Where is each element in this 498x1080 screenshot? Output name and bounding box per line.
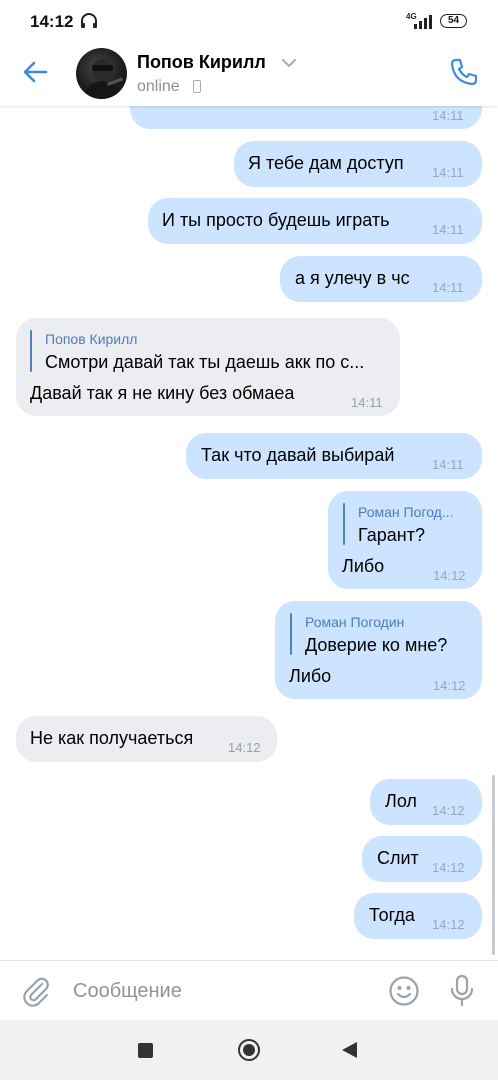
message-time: 14:11 [432,457,464,472]
quote-text: Доверие ко мне? [305,635,448,655]
message-time: 14:12 [432,917,465,932]
message-text: Лол [385,791,417,811]
message-text: Либо [342,556,385,576]
message-bubble-out[interactable]: Лол 14:12 [370,779,482,825]
nav-square-icon[interactable] [138,1043,153,1058]
quote-author: Роман Погод... [358,504,454,520]
quote-bar [290,613,292,655]
message-time: 14:12 [433,678,466,693]
message-time: 14:11 [432,108,464,123]
contact-name[interactable]: Попов Кирилл [137,52,266,73]
message-text: Я тебе дам доступ [248,153,404,173]
message-bubble-out[interactable]: И ты просто будешь играть 14:11 [148,198,482,244]
status-time: 14:12 [30,12,74,31]
message-time: 14:12 [433,568,466,583]
paperclip-icon[interactable] [20,975,52,1007]
headphones-icon [81,13,97,28]
message-text: И ты просто будешь играть [162,210,390,230]
message-bubble-out[interactable]: а я улечу в чс 14:11 [280,256,482,302]
message-time: 14:11 [432,165,464,180]
message-text: Тогда [369,905,415,925]
quote-author: Роман Погодин [305,614,405,630]
smile-icon[interactable] [388,975,420,1007]
nav-back-icon[interactable] [342,1042,357,1058]
scrollbar[interactable] [492,775,495,955]
chat-header: Попов Кирилл online [0,42,498,106]
quote-author: Попов Кирилл [45,331,138,347]
message-text: Давай так я не кину без обмаеа [30,383,295,403]
message-time: 14:12 [432,860,465,875]
mic-icon[interactable] [448,974,476,1008]
phone-icon[interactable] [449,57,479,87]
message-time: 14:12 [432,803,465,818]
quote-text: Смотри давай так ты даешь акк по с... [45,352,365,372]
back-arrow-icon[interactable] [22,60,48,84]
message-bubble-out[interactable]: Тогда 14:12 [354,893,482,939]
message-time: 14:11 [432,280,464,295]
quote-text: Гарант? [358,525,425,545]
message-text: а я улечу в чс [295,268,410,288]
message-bubble-out[interactable]: Слит 14:12 [362,836,482,882]
message-text: Слит [377,848,419,868]
system-navigation-bar [0,1020,498,1080]
message-bubble-out[interactable]: Так что давай выбирай 14:11 [186,433,482,479]
message-bubble-out[interactable]: Я тебе дам доступ 14:11 [234,141,482,187]
message-bubble-out[interactable]: Роман Погодин Доверие ко мне? Либо 14:12 [275,601,482,699]
message-bubble-in[interactable]: Не как получаеться 14:12 [16,716,277,762]
avatar[interactable] [76,48,127,99]
message-bubble-in[interactable]: Попов Кирилл Смотри давай так ты даешь а… [16,318,400,416]
message-input-bar: Сообщение [0,960,498,1021]
message-text: Либо [289,666,332,686]
message-text: Так что давай выбирай [201,445,395,465]
message-time: 14:12 [228,740,261,755]
mobile-indicator-icon [193,80,201,93]
message-time: 14:11 [351,395,383,410]
message-text: Не как получаеться [30,728,194,748]
status-bar: 14:12 4G 54 [0,0,498,42]
nav-home-icon[interactable] [238,1039,260,1061]
message-bubble-out[interactable]: Роман Погод... Гарант? Либо 14:12 [328,491,482,589]
online-status: online [137,78,180,95]
quote-bar [30,330,32,372]
message-time: 14:11 [432,222,464,237]
chevron-down-icon[interactable] [282,59,296,68]
battery-icon: 54 [440,14,467,28]
message-input[interactable]: Сообщение [73,980,182,1003]
avatar-image [84,59,124,99]
signal-icon [414,15,432,29]
quote-bar [343,503,345,545]
